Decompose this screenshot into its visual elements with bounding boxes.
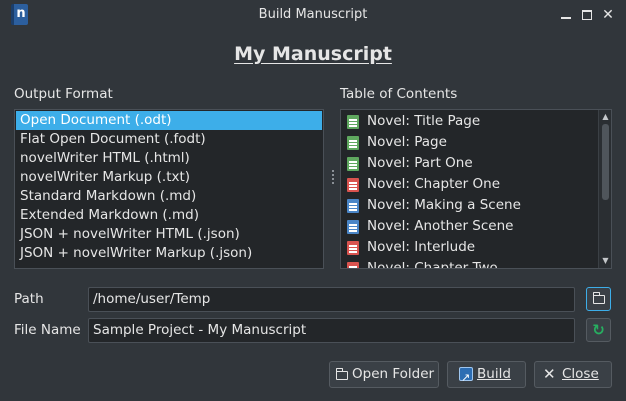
title-bar: n Build Manuscript ✕: [0, 0, 626, 30]
document-icon: [347, 199, 359, 213]
close-icon: ✕: [543, 365, 556, 383]
format-list-item[interactable]: novelWriter Markup (.txt): [16, 168, 322, 187]
toc-list-item[interactable]: Novel: Chapter Two: [342, 258, 598, 269]
build-button[interactable]: Build: [447, 361, 526, 390]
document-icon: [347, 241, 359, 255]
document-icon: [347, 178, 359, 192]
close-label: Close: [562, 366, 599, 382]
toc-list-item[interactable]: Novel: Interlude: [342, 237, 598, 258]
format-list-item[interactable]: JSON + novelWriter Markup (.json): [16, 244, 322, 263]
toc-list-item[interactable]: Novel: Part One: [342, 153, 598, 174]
toc-list-item[interactable]: Novel: Another Scene: [342, 216, 598, 237]
toc-list-item[interactable]: Novel: Chapter One: [342, 174, 598, 195]
toc-label: Table of Contents: [340, 86, 458, 102]
scroll-down-arrow-icon[interactable]: ▼: [599, 255, 611, 267]
document-icon: [347, 157, 359, 171]
output-format-list[interactable]: Open Document (.odt) Flat Open Document (…: [14, 109, 324, 269]
minimize-button[interactable]: [557, 6, 575, 24]
format-list-item[interactable]: JSON + novelWriter HTML (.json): [16, 225, 322, 244]
toc-item-label: Novel: Page: [367, 134, 447, 150]
reset-filename-button[interactable]: ↻: [586, 318, 611, 342]
toc-item-label: Novel: Another Scene: [367, 218, 514, 234]
toc-scrollbar[interactable]: ▲ ▼: [598, 110, 611, 268]
splitter-handle[interactable]: [331, 170, 335, 186]
folder-icon: [592, 292, 605, 304]
maximize-button[interactable]: [578, 6, 596, 24]
toc-item-label: Novel: Chapter One: [367, 176, 500, 192]
toc-item-label: Novel: Making a Scene: [367, 197, 521, 213]
path-label: Path: [14, 291, 44, 307]
document-icon: [347, 115, 359, 129]
format-list-item[interactable]: Open Document (.odt): [16, 111, 322, 130]
toc-list-item[interactable]: Novel: Making a Scene: [342, 195, 598, 216]
toc-item-label: Novel: Part One: [367, 155, 473, 171]
document-icon: [347, 136, 359, 150]
window-title: Build Manuscript: [258, 7, 368, 22]
filename-input[interactable]: Sample Project - My Manuscript: [88, 318, 575, 343]
browse-folder-button[interactable]: [586, 287, 611, 311]
close-window-button[interactable]: ✕: [599, 6, 617, 24]
document-icon: [347, 220, 359, 234]
close-icon: ✕: [602, 7, 614, 23]
format-list-item[interactable]: novelWriter HTML (.html): [16, 149, 322, 168]
toc-list-item[interactable]: Novel: Page: [342, 132, 598, 153]
format-list-item[interactable]: Standard Markdown (.md): [16, 187, 322, 206]
open-folder-button[interactable]: Open Folder: [329, 361, 439, 388]
maximize-icon: [582, 10, 592, 20]
toc-list-item[interactable]: Novel: Title Page: [342, 111, 598, 132]
close-button[interactable]: ✕ Close: [534, 361, 612, 388]
toc-item-label: Novel: Title Page: [367, 113, 481, 129]
minimize-icon: [561, 17, 571, 19]
open-folder-icon: [335, 367, 350, 381]
build-icon: [459, 365, 473, 390]
reset-icon: ↻: [592, 321, 605, 339]
document-icon: [347, 262, 359, 268]
output-format-label: Output Format: [14, 86, 113, 102]
format-list-item[interactable]: Flat Open Document (.fodt): [16, 130, 322, 149]
toc-list[interactable]: Novel: Title Page Novel: Page Novel: Part …: [340, 109, 612, 269]
build-label: Build: [477, 366, 511, 382]
path-input[interactable]: /home/user/Temp: [88, 287, 575, 312]
format-list-item[interactable]: Extended Markdown (.md): [16, 206, 322, 225]
toc-item-label: Novel: Interlude: [367, 239, 476, 255]
manuscript-title: My Manuscript: [234, 43, 392, 65]
scroll-up-arrow-icon[interactable]: ▲: [599, 111, 611, 123]
filename-label: File Name: [14, 322, 81, 338]
scroll-thumb[interactable]: [602, 124, 609, 200]
toc-item-label: Novel: Chapter Two: [367, 260, 498, 269]
open-folder-label: Open Folder: [352, 366, 435, 382]
